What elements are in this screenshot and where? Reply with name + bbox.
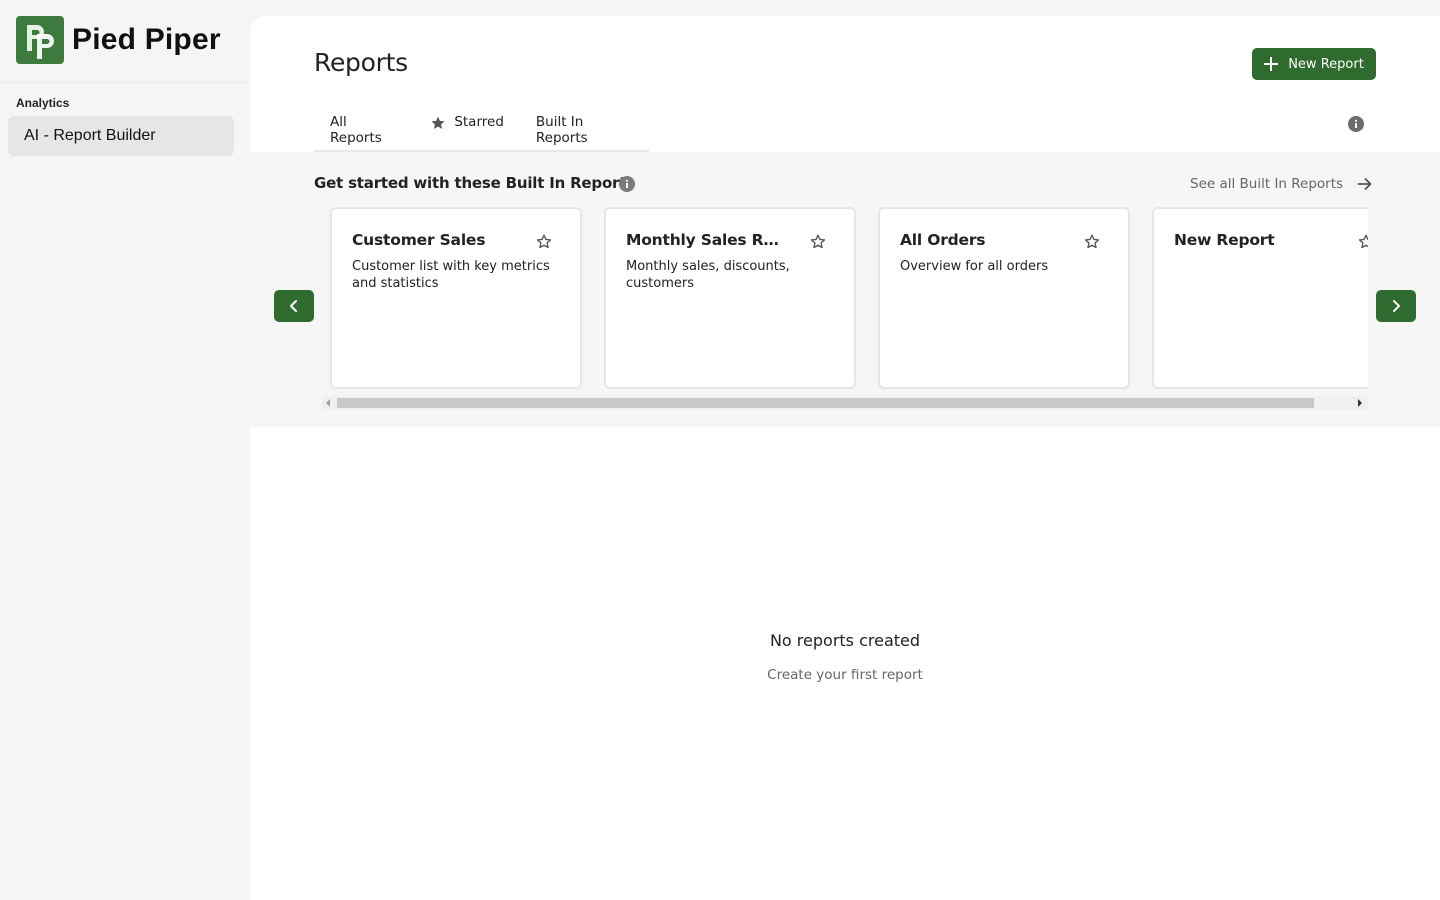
main-panel: Reports New Report All Reports Starred B… (250, 16, 1440, 900)
tab-label: Built In Reports (535, 114, 588, 146)
report-card-title: All Orders (900, 231, 986, 249)
scrollbar-left-arrow[interactable] (326, 399, 330, 407)
page-title: Reports (314, 48, 408, 77)
built-in-reports-carousel: Customer Sales Customer list with key me… (330, 207, 1368, 389)
plus-icon (1264, 57, 1279, 71)
carousel-next-button[interactable] (1376, 290, 1416, 322)
tab-label: Starred (454, 114, 504, 130)
new-report-button-label: New Report (1288, 56, 1364, 72)
sidebar-item-ai-report-builder[interactable]: AI - Report Builder (8, 116, 234, 156)
info-icon[interactable] (619, 176, 635, 192)
scrollbar-right-arrow[interactable] (1358, 399, 1362, 407)
carousel-prev-button[interactable] (274, 290, 314, 322)
tab-all-reports[interactable]: All Reports (314, 106, 414, 150)
tab-starred[interactable]: Starred (414, 106, 520, 150)
chevron-right-icon (1393, 300, 1400, 312)
report-card-all-orders[interactable]: All Orders Overview for all orders (878, 207, 1130, 389)
star-outline-icon[interactable] (1357, 233, 1368, 251)
brand[interactable]: Pied Piper (16, 16, 221, 64)
built-in-section-title: Get started with these Built In Reports (314, 174, 635, 192)
chevron-left-icon (290, 300, 297, 312)
tab-built-in-reports[interactable]: Built In Reports (520, 106, 649, 150)
pied-piper-logo-icon (27, 25, 54, 59)
report-card-title: Customer Sales (352, 231, 486, 249)
see-all-built-in-reports-link[interactable]: See all Built In Reports (1190, 176, 1373, 192)
report-tabs: All Reports Starred Built In Reports (314, 106, 649, 152)
brand-name: Pied Piper (72, 23, 221, 56)
scrollbar-thumb[interactable] (337, 398, 1314, 408)
star-outline-icon[interactable] (809, 233, 827, 251)
see-all-label: See all Built In Reports (1190, 176, 1344, 192)
star-filled-icon (431, 116, 445, 129)
star-outline-icon[interactable] (1083, 233, 1101, 251)
report-card-description: Overview for all orders (900, 259, 1049, 274)
nav-section-label: Analytics (16, 96, 70, 110)
brand-logo (16, 16, 64, 64)
sidebar: Pied Piper Analytics AI - Report Builder (0, 0, 250, 900)
empty-state-title: No reports created (769, 631, 921, 650)
sidebar-divider (0, 82, 250, 83)
report-card-customer-sales[interactable]: Customer Sales Customer list with key me… (330, 207, 582, 389)
info-icon[interactable] (1348, 116, 1364, 132)
report-card-new-report[interactable]: New Report (1152, 207, 1368, 389)
tab-label: All Reports (330, 114, 382, 146)
report-card-monthly-sales-report[interactable]: Monthly Sales Report Monthly sales, disc… (604, 207, 856, 389)
report-card-description: Customer list with key metrics and stati… (352, 259, 550, 291)
sidebar-item-label: AI - Report Builder (24, 127, 156, 144)
arrow-right-icon (1357, 178, 1372, 190)
built-in-reports-section: Get started with these Built In Reports … (250, 152, 1440, 427)
report-card-title: New Report (1174, 231, 1275, 249)
new-report-button[interactable]: New Report (1252, 48, 1376, 80)
report-card-description: Monthly sales, discounts, customers (626, 259, 790, 291)
empty-state-subtitle: Create your first report (767, 667, 923, 683)
star-outline-icon[interactable] (535, 233, 553, 251)
carousel-scrollbar[interactable] (322, 396, 1368, 410)
report-card-title: Monthly Sales Report (626, 231, 788, 249)
